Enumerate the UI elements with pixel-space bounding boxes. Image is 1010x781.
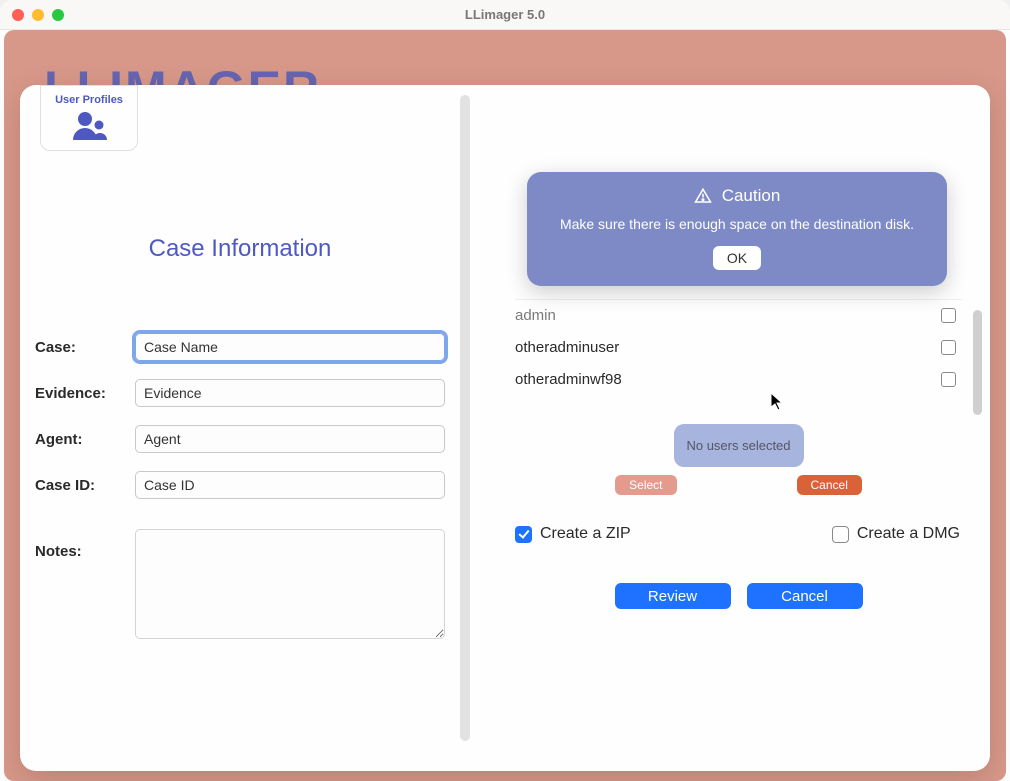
evidence-row: Evidence:	[35, 379, 445, 407]
close-window-button[interactable]	[12, 9, 24, 21]
pane-divider	[460, 95, 470, 741]
primary-action-row: Review Cancel	[515, 583, 962, 609]
user-action-row: Select Cancel	[515, 475, 962, 495]
caution-message: Make sure there is enough space on the d…	[551, 216, 923, 232]
user-checkbox[interactable]	[941, 308, 956, 323]
case-input[interactable]	[135, 333, 445, 361]
output-options-row: Create a ZIP Create a DMG	[515, 525, 962, 543]
maximize-window-button[interactable]	[52, 9, 64, 21]
case-info-title: Case Information	[35, 235, 445, 263]
caution-title: Caution	[722, 186, 781, 206]
case-row: Case:	[35, 333, 445, 361]
user-list: admin otheradminuser otheradminwf98	[515, 299, 962, 396]
caution-dialog: Caution Make sure there is enough space …	[527, 172, 947, 286]
caution-header: Caution	[551, 186, 923, 206]
case-information-pane: Case Information Case: Evidence: Agent: …	[20, 85, 460, 771]
user-checkbox[interactable]	[941, 340, 956, 355]
caution-ok-button[interactable]: OK	[713, 246, 761, 270]
cancel-select-button[interactable]: Cancel	[797, 475, 862, 495]
window-title: LLimager 5.0	[0, 7, 1010, 22]
titlebar: LLimager 5.0	[0, 0, 1010, 30]
zip-label: Create a ZIP	[540, 525, 631, 543]
scrollbar[interactable]	[973, 310, 982, 415]
warning-icon	[694, 187, 712, 205]
dmg-label: Create a DMG	[857, 525, 960, 543]
traffic-lights	[12, 9, 64, 21]
agent-label: Agent:	[35, 431, 135, 448]
app-window: LLimager 5.0 LLIMAGER User Profiles Case…	[0, 0, 1010, 781]
notes-label: Notes:	[35, 529, 135, 560]
cursor-icon	[770, 392, 784, 412]
dmg-checkbox[interactable]	[832, 526, 849, 543]
caseid-label: Case ID:	[35, 477, 135, 494]
evidence-label: Evidence:	[35, 385, 135, 402]
cancel-button[interactable]: Cancel	[747, 583, 863, 609]
user-row[interactable]: otheradminuser	[515, 332, 962, 364]
select-button[interactable]: Select	[615, 475, 676, 495]
user-name: otheradminwf98	[515, 371, 622, 388]
user-row[interactable]: otheradminwf98	[515, 364, 962, 396]
agent-row: Agent:	[35, 425, 445, 453]
case-label: Case:	[35, 339, 135, 356]
minimize-window-button[interactable]	[32, 9, 44, 21]
no-users-selected-badge: No users selected	[674, 424, 804, 467]
user-name: admin	[515, 307, 556, 324]
zip-option[interactable]: Create a ZIP	[515, 525, 631, 543]
dmg-option[interactable]: Create a DMG	[832, 525, 960, 543]
notes-textarea[interactable]	[135, 529, 445, 639]
review-button[interactable]: Review	[615, 583, 731, 609]
caseid-input[interactable]	[135, 471, 445, 499]
agent-input[interactable]	[135, 425, 445, 453]
caseid-row: Case ID:	[35, 471, 445, 499]
user-checkbox[interactable]	[941, 372, 956, 387]
notes-row: Notes:	[35, 529, 445, 639]
evidence-input[interactable]	[135, 379, 445, 407]
zip-checkbox[interactable]	[515, 526, 532, 543]
user-name: otheradminuser	[515, 339, 619, 356]
user-row[interactable]: admin	[515, 300, 962, 332]
